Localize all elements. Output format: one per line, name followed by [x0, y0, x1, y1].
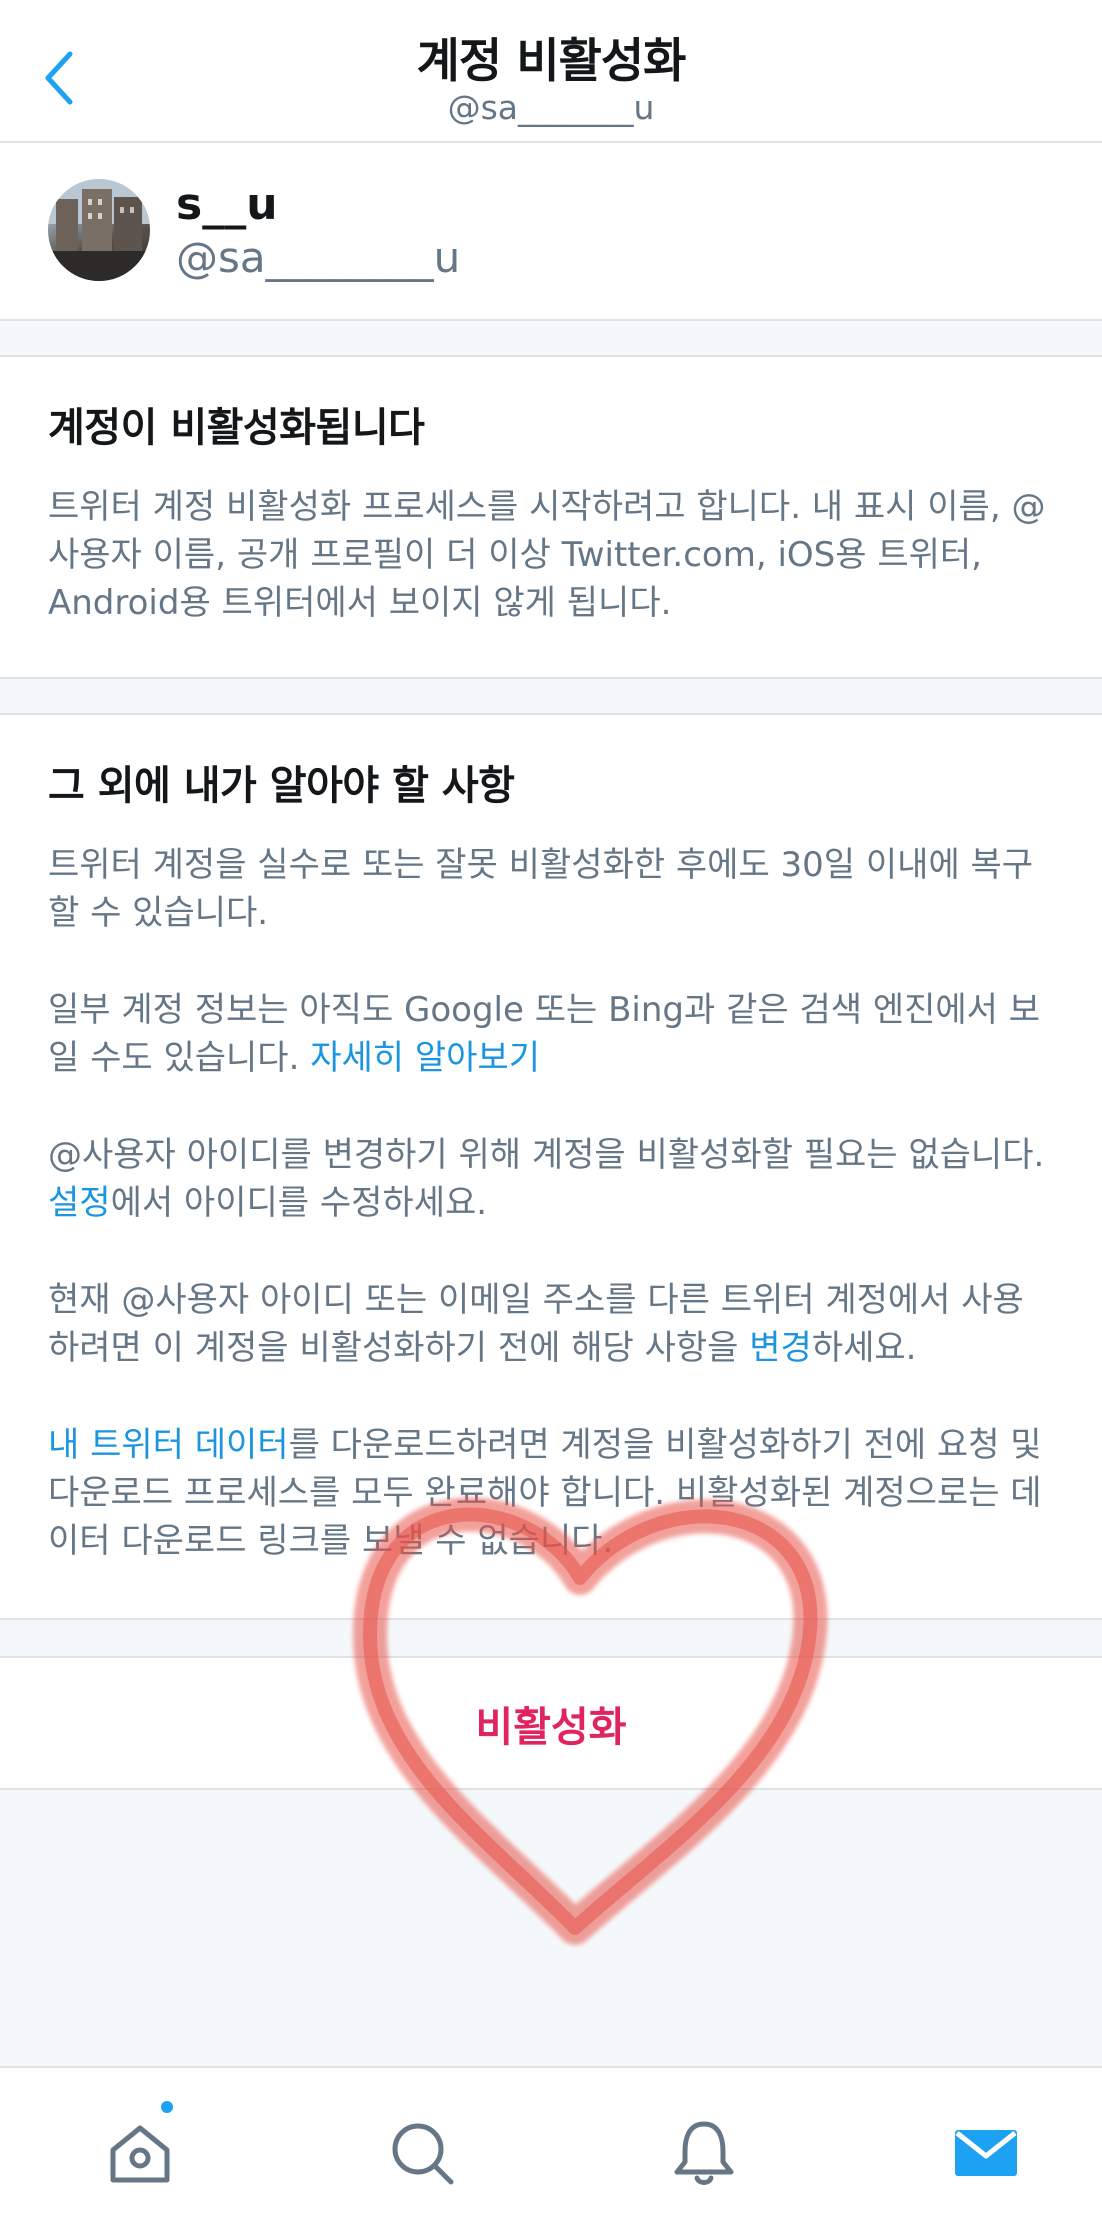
top-navigation-bar: 계정 비활성화 @sa_______u — [0, 0, 1102, 143]
info-paragraph-search-engines: 일부 계정 정보는 아직도 Google 또는 Bing과 같은 검색 엔진에서… — [48, 990, 1041, 1078]
notifications-icon — [674, 2121, 734, 2185]
tab-notifications[interactable] — [659, 2108, 749, 2198]
home-badge-dot — [158, 2098, 176, 2116]
info-paragraph-email: 현재 @사용자 아이디 또는 이메일 주소를 다른 트위터 계정에서 사용하려면… — [48, 1280, 1024, 1368]
info-paragraphs: 트위터 계정을 실수로 또는 잘못 비활성화한 후에도 30일 이내에 복구할 … — [48, 841, 1054, 1565]
avatar — [48, 179, 150, 281]
display-name: s__u — [176, 179, 278, 230]
home-icon — [110, 2125, 170, 2183]
section-body: 트위터 계정 비활성화 프로세스를 시작하려고 합니다. 내 표시 이름, @사… — [48, 487, 1046, 623]
tab-home[interactable] — [95, 2108, 185, 2198]
learn-more-link[interactable]: 자세히 알아보기 — [310, 1038, 540, 1078]
info-paragraph-username: @사용자 아이디를 변경하기 위해 계정을 비활성화할 필요는 없습니다. 설정… — [48, 1135, 1045, 1223]
page-subtitle-handle: @sa_______u — [447, 88, 655, 127]
twitter-data-link[interactable]: 내 트위터 데이터 — [48, 1425, 289, 1465]
info-paragraph-recovery: 트위터 계정을 실수로 또는 잘못 비활성화한 후에도 30일 이내에 복구할 … — [48, 845, 1034, 933]
change-link[interactable]: 변경 — [749, 1328, 812, 1368]
user-handle: @sa________u — [176, 233, 461, 282]
deactivate-account-screen: 계정 비활성화 @sa_______u s__u @sa________u 계정… — [0, 0, 1102, 2234]
deactivate-button[interactable]: 비활성화 — [0, 1656, 1102, 1790]
search-icon — [392, 2123, 454, 2185]
info-paragraph-data-download: 내 트위터 데이터를 다운로드하려면 계정을 비활성화하기 전에 요청 및 다운… — [48, 1425, 1042, 1561]
page-title: 계정 비활성화 — [416, 34, 687, 89]
deactivation-notice-section: 계정이 비활성화됩니다 트위터 계정 비활성화 프로세스를 시작하려고 합니다.… — [0, 355, 1102, 679]
section-heading: 그 외에 내가 알아야 할 사항 — [48, 763, 515, 809]
bottom-tab-bar — [0, 2066, 1102, 2234]
tab-messages[interactable] — [941, 2108, 1031, 2198]
additional-info-section: 그 외에 내가 알아야 할 사항 트위터 계정을 실수로 또는 잘못 비활성화한… — [0, 713, 1102, 1620]
messages-icon — [955, 2130, 1017, 2176]
settings-link[interactable]: 설정 — [48, 1183, 111, 1223]
tab-search[interactable] — [377, 2108, 467, 2198]
deactivate-button-label: 비활성화 — [475, 1703, 627, 1751]
profile-summary: s__u @sa________u — [0, 143, 1102, 321]
section-heading: 계정이 비활성화됩니다 — [48, 405, 425, 451]
